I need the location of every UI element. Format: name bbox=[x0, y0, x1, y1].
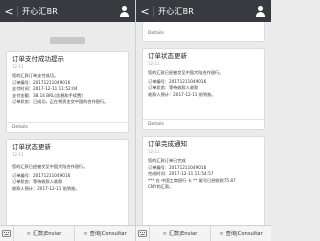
order-update-card[interactable]: 订单状态更新 12-11 您的汇款已经被交至中国大陆合作银行。 订单编号：201… bbox=[142, 48, 265, 130]
card-line: 订单编号：2017121104901​6 bbox=[148, 78, 207, 84]
details-link[interactable]: Details bbox=[148, 31, 164, 36]
screenshot-root: < 开心汇BR 订单支付成功提示 12-11 您的汇款订单支付成功。 订单编号：… bbox=[0, 0, 271, 241]
keyboard-icon[interactable] bbox=[136, 226, 150, 241]
timestamp-pill bbox=[50, 37, 85, 44]
right-chat-pane: < 开心汇BR Details 订单状态更新 12-11 您的汇款已经被交至中国… bbox=[136, 0, 271, 241]
back-arrow-icon[interactable]: < bbox=[139, 3, 151, 19]
card-line: 您的汇款订单已完成 bbox=[148, 158, 186, 163]
bottom-menu-bar: ≡ 汇款|Enviar ≡ 查询|Consultar bbox=[0, 225, 135, 241]
menu-icon: ≡ bbox=[162, 230, 167, 237]
menu-label: 汇款|Enviar bbox=[32, 231, 62, 237]
menu-icon: ≡ bbox=[83, 230, 88, 237]
details-link[interactable]: Details bbox=[143, 119, 264, 129]
card-line: 订单编号：2017121104901​6 bbox=[148, 164, 207, 170]
card-title: 订单支付成功提示 bbox=[12, 55, 64, 63]
bottom-menu-bar: ≡ 汇款|Enviar ≡ 查询|Consultar bbox=[136, 225, 271, 241]
person-icon[interactable] bbox=[255, 5, 266, 17]
menu-send-button[interactable]: ≡ 汇款|Enviar bbox=[150, 226, 210, 241]
payment-success-card[interactable]: 订单支付成功提示 12-11 您的汇款订单支付成功。 订单编号：20171211… bbox=[6, 51, 129, 133]
card-line: CNY的汇款。 bbox=[148, 184, 174, 190]
details-link[interactable]: Details bbox=[7, 122, 128, 132]
menu-icon: ≡ bbox=[219, 230, 224, 237]
card-title: 订单状态更新 bbox=[148, 52, 187, 60]
person-icon[interactable] bbox=[119, 5, 130, 17]
keyboard-icon[interactable] bbox=[0, 226, 14, 241]
topbar-separator bbox=[153, 5, 154, 17]
card-line: 订单状态：等待收款人收款 bbox=[12, 179, 63, 185]
card-line: 订单状态：等待收款人收款 bbox=[148, 85, 199, 91]
back-arrow-icon[interactable]: < bbox=[3, 3, 15, 19]
card-line: 订单编号：2017121104901​6 bbox=[12, 172, 71, 178]
left-chat-pane: < 开心汇BR 订单支付成功提示 12-11 您的汇款订单支付成功。 订单编号：… bbox=[0, 0, 135, 241]
card-line: 收款人预计：2017-12-11 前到账。 bbox=[12, 185, 80, 191]
card-title: 订单完成通知 bbox=[148, 140, 187, 148]
top-bar: < 开心汇BR bbox=[136, 0, 271, 22]
card-title: 订单状态更新 bbox=[12, 143, 51, 151]
top-bar: < 开心汇BR bbox=[0, 0, 135, 22]
menu-label: 查询|Consultar bbox=[225, 231, 263, 237]
card-line: *** 在 中国工商银行 卡 ** 尾号已经收款75.87 bbox=[148, 177, 236, 183]
card-line: 您的汇款已经被交至中国大陆合作银行。 bbox=[148, 70, 224, 75]
card-line: 订单编号：2017121104901​6 bbox=[12, 79, 71, 85]
menu-query-button[interactable]: ≡ 查询|Consultar bbox=[210, 226, 271, 241]
menu-icon: ≡ bbox=[26, 230, 31, 237]
chat-title: 开心汇BR bbox=[158, 6, 195, 16]
card-line: 您的汇款订单支付成功。 bbox=[12, 73, 59, 78]
card-line: 支付时间：2017-12-11 11:52:04 bbox=[12, 86, 78, 92]
menu-send-button[interactable]: ≡ 汇款|Enviar bbox=[14, 226, 74, 241]
order-complete-card[interactable]: 订单完成通知 12-11 您的汇款订单已完成 订单编号：201712110490… bbox=[142, 136, 265, 225]
menu-label: 汇款|Enviar bbox=[168, 231, 198, 237]
card-line: 完成时间：2017-12-11 11:54:57 bbox=[148, 171, 214, 177]
topbar-separator bbox=[17, 5, 18, 17]
chat-title: 开心汇BR bbox=[22, 6, 59, 16]
card-line: 收款人预计：2017-12-11 前到账。 bbox=[148, 91, 216, 97]
card-line: 订单状态：已成功，正在将资金交中国的合作银行。 bbox=[12, 99, 109, 105]
card-line: 您的汇款已经被交至中国大陆合作银行。 bbox=[12, 164, 88, 169]
order-update-card[interactable]: 订单状态更新 12-11 您的汇款已经被交至中国大陆合作银行。 订单编号：201… bbox=[6, 139, 129, 225]
card-line: 支付金额：38.14 BRL(含税和手续费) bbox=[12, 92, 83, 98]
menu-label: 查询|Consultar bbox=[89, 231, 127, 237]
menu-query-button[interactable]: ≡ 查询|Consultar bbox=[74, 226, 135, 241]
previous-card-stub[interactable]: Details bbox=[142, 22, 265, 42]
